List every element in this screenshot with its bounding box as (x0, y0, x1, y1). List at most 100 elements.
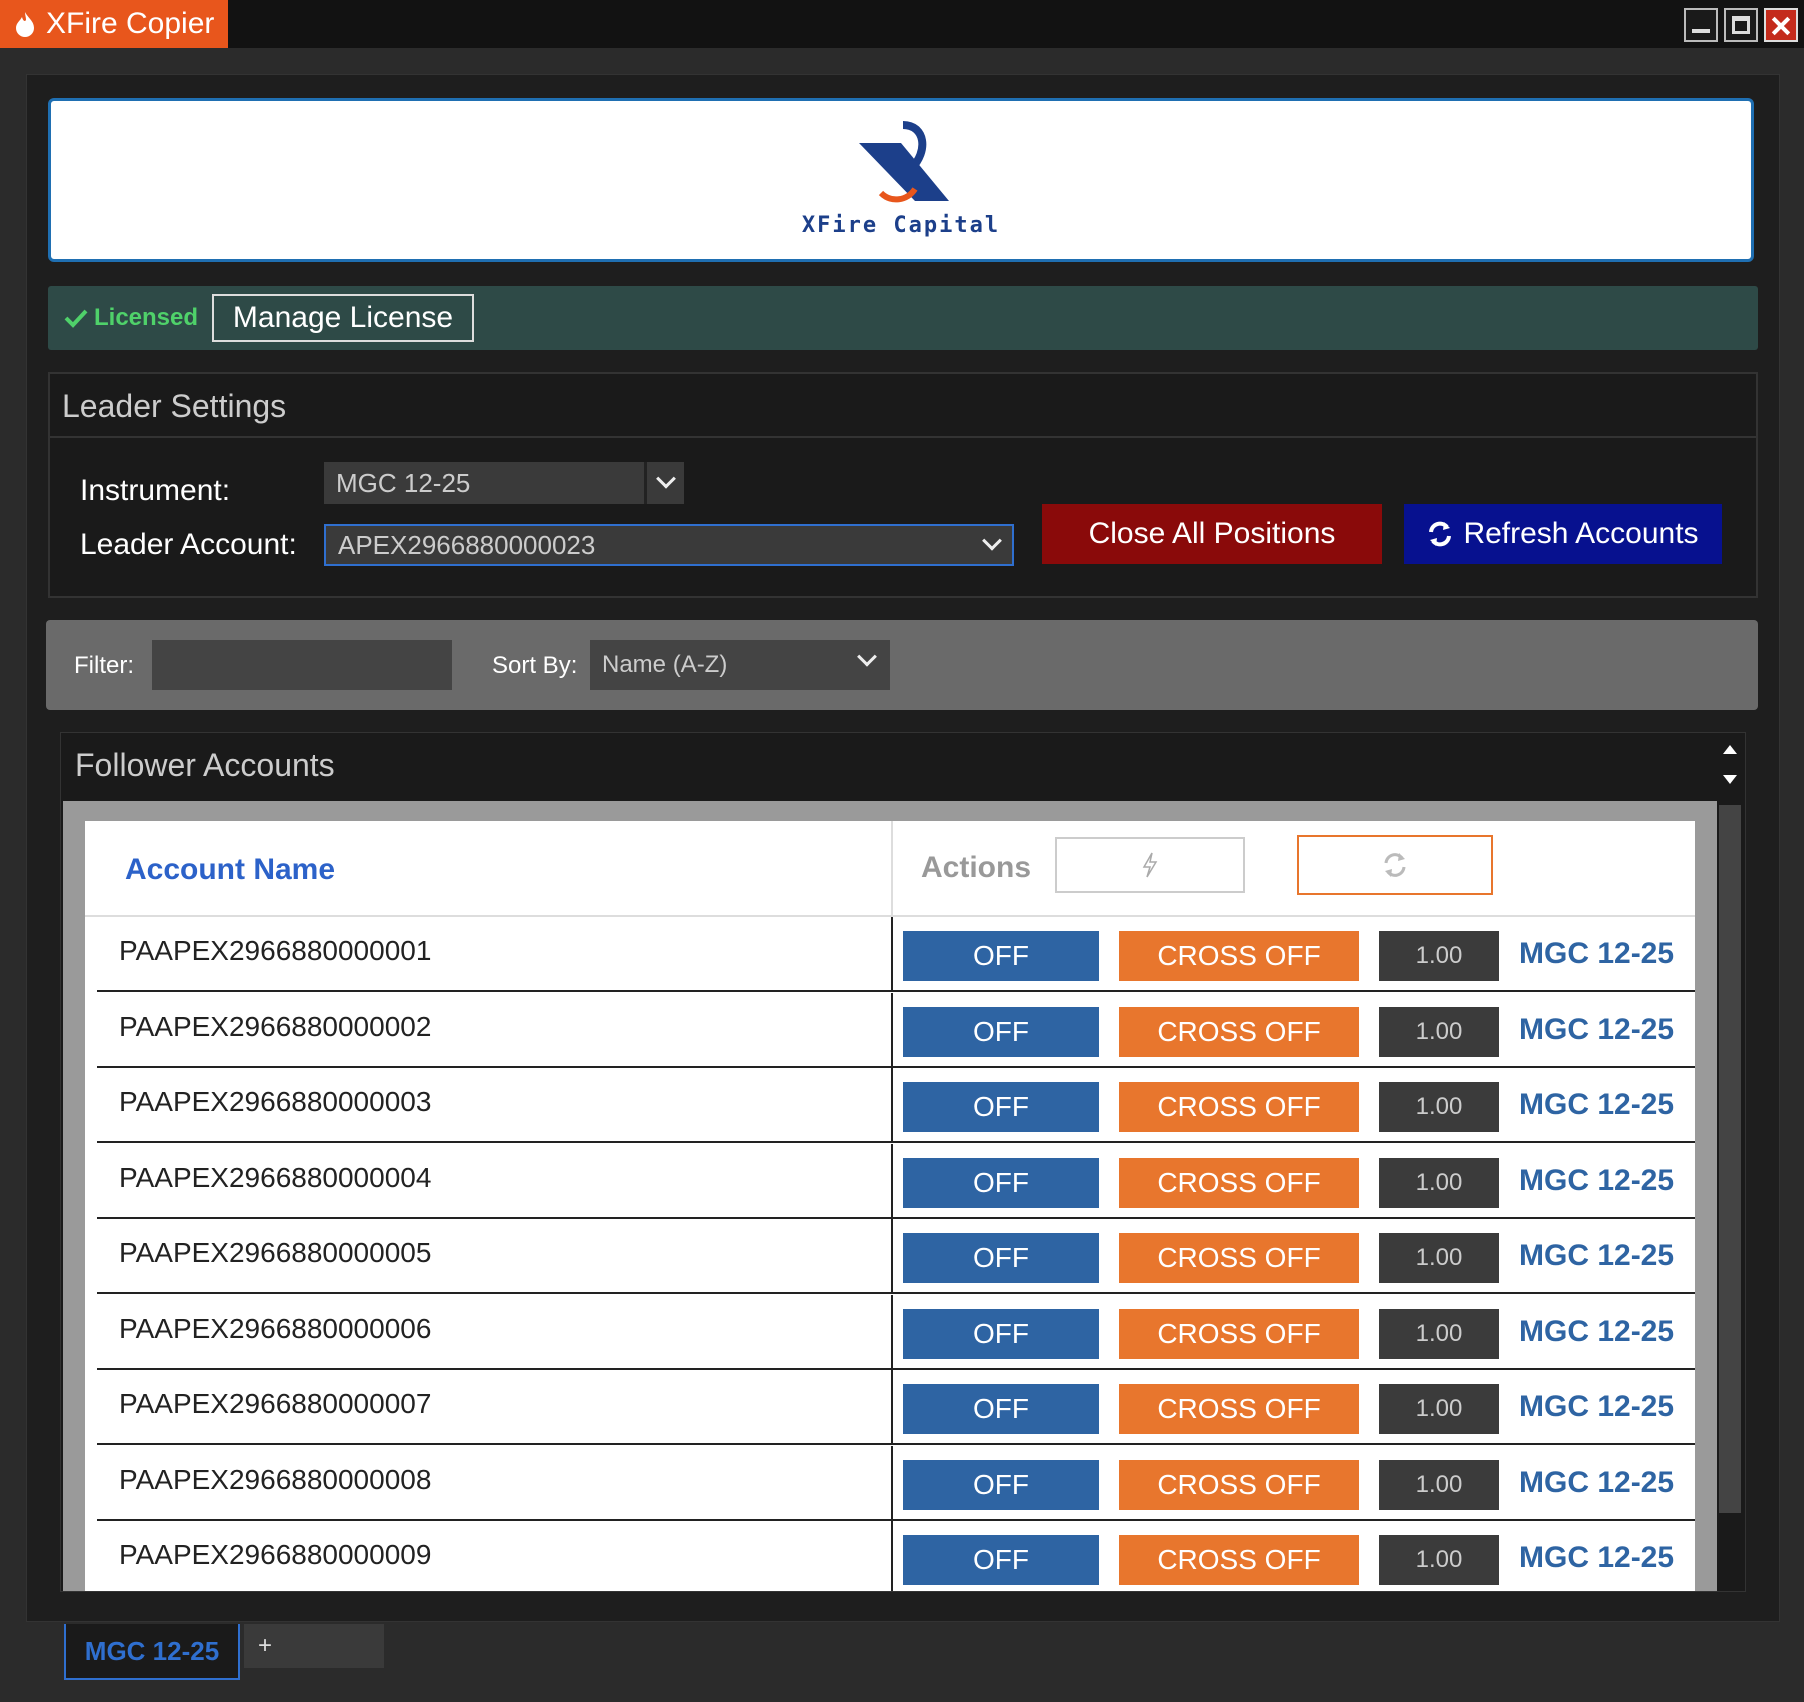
account-name: PAAPEX2966880000003 (119, 1086, 432, 1117)
tab-mgc[interactable]: MGC 12-25 (64, 1624, 240, 1680)
app-title-tab: XFire Copier (0, 0, 228, 48)
column-divider (891, 992, 893, 1066)
copy-toggle-button[interactable]: OFF (903, 1082, 1099, 1132)
cross-toggle-button[interactable]: CROSS OFF (1119, 1535, 1359, 1585)
cross-toggle-button[interactable]: CROSS OFF (1119, 1157, 1359, 1208)
cross-toggle-button[interactable]: CROSS OFF (1119, 1233, 1359, 1283)
panel-scroll-arrows[interactable] (1715, 733, 1745, 793)
account-name: PAAPEX2966880000005 (119, 1237, 432, 1268)
instrument-link[interactable]: MGC 12-25 (1519, 1164, 1674, 1198)
leader-settings-title: Leader Settings (62, 388, 287, 424)
instrument-label: Instrument: (80, 474, 231, 507)
logo-banner: XFire Capital (48, 98, 1754, 262)
instrument-link[interactable]: MGC 12-25 (1519, 1013, 1674, 1047)
column-divider (891, 1445, 893, 1519)
leader-account-select[interactable]: APEX2966880000023 (324, 524, 1014, 566)
vertical-scrollbar[interactable] (1719, 805, 1741, 1513)
leader-account-label: Leader Account: (80, 528, 297, 561)
quantity-multiplier[interactable]: 1.00 (1379, 931, 1499, 981)
account-name: PAAPEX2966880000002 (119, 1010, 432, 1042)
quantity-multiplier[interactable]: 1.00 (1379, 1233, 1499, 1283)
minimize-button[interactable] (1684, 8, 1718, 42)
quantity-multiplier[interactable]: 1.00 (1379, 1006, 1499, 1057)
close-window-button[interactable] (1764, 8, 1798, 42)
chevron-down-icon (857, 646, 877, 667)
account-name-header[interactable]: Account Name (125, 853, 335, 887)
manage-license-button[interactable]: Manage License (212, 294, 474, 342)
quantity-multiplier[interactable]: 1.00 (1379, 1157, 1499, 1208)
instrument-value: MGC 12-25 (336, 467, 471, 498)
cross-toggle-button[interactable]: CROSS OFF (1119, 1459, 1359, 1510)
follower-accounts-panel: Follower Accounts Account Name Actions P… (60, 732, 1746, 1592)
account-name: PAAPEX2966880000007 (119, 1388, 432, 1419)
checkmark-icon (64, 309, 88, 328)
follower-grid: Account Name Actions PAAPEX2966880000001… (63, 801, 1717, 1591)
cross-toggle-button[interactable]: CROSS OFF (1119, 931, 1359, 981)
logo-text: XFire Capital (801, 213, 1001, 238)
cross-toggle-button[interactable]: CROSS OFF (1119, 1384, 1359, 1434)
account-name: PAAPEX2966880000008 (119, 1463, 432, 1495)
instrument-link[interactable]: MGC 12-25 (1519, 1541, 1674, 1575)
copy-toggle-button[interactable]: OFF (903, 1459, 1099, 1510)
column-divider (891, 1219, 893, 1292)
title-bar: XFire Copier (0, 0, 1804, 48)
chevron-down-icon[interactable] (644, 462, 684, 504)
scroll-down-icon[interactable] (1723, 775, 1737, 784)
window-controls (1684, 8, 1798, 42)
app-title: XFire Copier (46, 7, 215, 40)
divider (50, 436, 1756, 438)
xfire-logo-icon (859, 121, 949, 203)
instrument-link[interactable]: MGC 12-25 (1519, 937, 1674, 971)
table-header: Account Name Actions (85, 821, 1695, 917)
column-divider (891, 1143, 893, 1217)
actions-header: Actions (921, 851, 1032, 884)
column-divider (891, 821, 893, 915)
column-divider (891, 917, 893, 990)
scroll-up-icon[interactable] (1723, 745, 1737, 754)
instrument-select[interactable]: MGC 12-25 (324, 462, 684, 504)
instrument-link[interactable]: MGC 12-25 (1519, 1315, 1674, 1349)
copy-toggle-button[interactable]: OFF (903, 1233, 1099, 1283)
quantity-multiplier[interactable]: 1.00 (1379, 1384, 1499, 1434)
filter-input[interactable] (152, 640, 452, 690)
instrument-link[interactable]: MGC 12-25 (1519, 1239, 1674, 1273)
sync-icon (1384, 853, 1406, 877)
quantity-multiplier[interactable]: 1.00 (1379, 1535, 1499, 1585)
copy-toggle-button[interactable]: OFF (903, 1157, 1099, 1208)
copy-toggle-button[interactable]: OFF (903, 1535, 1099, 1585)
cross-toggle-button[interactable]: CROSS OFF (1119, 1082, 1359, 1132)
refresh-accounts-label: Refresh Accounts (1463, 517, 1699, 550)
maximize-button[interactable] (1724, 8, 1758, 42)
cross-toggle-button[interactable]: CROSS OFF (1119, 1308, 1359, 1359)
quantity-multiplier[interactable]: 1.00 (1379, 1459, 1499, 1510)
license-bar: Licensed Manage License (48, 286, 1758, 350)
toggle-all-button[interactable] (1055, 837, 1245, 893)
copy-toggle-button[interactable]: OFF (903, 1384, 1099, 1434)
refresh-accounts-button[interactable]: Refresh Accounts (1404, 504, 1722, 564)
license-status: Licensed (64, 304, 198, 332)
add-tab-button[interactable]: + (244, 1624, 384, 1668)
table-row: PAAPEX2966880000001 OFF CROSS OFF 1.00 MGC 1… (97, 917, 1695, 992)
cross-toggle-button[interactable]: CROSS OFF (1119, 1006, 1359, 1057)
column-divider (891, 1294, 893, 1368)
account-name: PAAPEX2966880000004 (119, 1161, 432, 1193)
copy-toggle-button[interactable]: OFF (903, 931, 1099, 981)
instrument-link[interactable]: MGC 12-25 (1519, 1466, 1674, 1500)
instrument-link[interactable]: MGC 12-25 (1519, 1088, 1674, 1122)
table-row: PAAPEX2966880000006 OFF CROSS OFF 1.00 MGC 1… (97, 1294, 1695, 1370)
sort-select[interactable]: Name (A-Z) (590, 640, 890, 690)
quantity-multiplier[interactable]: 1.00 (1379, 1308, 1499, 1359)
close-all-positions-button[interactable]: Close All Positions (1042, 504, 1382, 564)
leader-account-value: APEX2966880000023 (338, 529, 596, 560)
refresh-icon (1429, 521, 1452, 547)
flame-icon (16, 12, 34, 37)
copy-toggle-button[interactable]: OFF (903, 1006, 1099, 1057)
account-name: PAAPEX2966880000009 (119, 1539, 432, 1570)
quantity-multiplier[interactable]: 1.00 (1379, 1082, 1499, 1132)
chevron-down-icon[interactable] (972, 526, 1012, 564)
cross-all-button[interactable] (1297, 835, 1493, 895)
copy-toggle-button[interactable]: OFF (903, 1308, 1099, 1359)
instrument-link[interactable]: MGC 12-25 (1519, 1390, 1674, 1424)
table-row: PAAPEX2966880000002 OFF CROSS OFF 1.00 MGC 1… (97, 992, 1695, 1068)
table-row: PAAPEX2966880000005 OFF CROSS OFF 1.00 MGC 1… (97, 1219, 1695, 1294)
